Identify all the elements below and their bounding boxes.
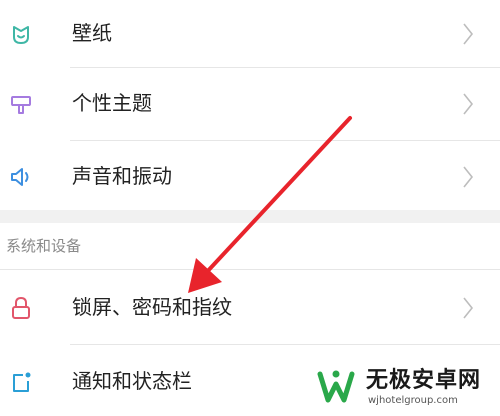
chevron-right-icon [463, 23, 474, 45]
settings-screen: 壁纸 个性主题 声音和振动 系统和设备 锁屏、密码和指纹 通知和状态栏 无极安卓… [0, 0, 500, 416]
settings-item-label: 壁纸 [72, 21, 112, 45]
settings-item-sound[interactable]: 声音和振动 [0, 143, 500, 211]
divider [70, 67, 500, 68]
settings-item-lockscreen[interactable]: 锁屏、密码和指纹 [0, 274, 500, 342]
settings-item-label: 通知和状态栏 [72, 369, 192, 393]
watermark-title: 无极安卓网 [366, 368, 482, 393]
notification-icon [13, 372, 31, 392]
settings-item-label: 声音和振动 [72, 164, 172, 188]
theme-brush-icon [11, 96, 31, 114]
settings-item-theme[interactable]: 个性主题 [0, 70, 500, 138]
site-logo-icon [317, 370, 355, 403]
settings-item-label: 锁屏、密码和指纹 [72, 295, 232, 319]
section-title: 系统和设备 [6, 237, 82, 255]
chevron-right-icon [463, 166, 474, 188]
watermark-url: wjhotelgroup.com [368, 395, 458, 406]
settings-item-label: 个性主题 [72, 91, 152, 115]
lock-icon [12, 296, 30, 319]
wallpaper-icon [13, 26, 29, 44]
section-separator [0, 210, 500, 223]
divider [70, 344, 500, 345]
watermark: 无极安卓网 wjhotelgroup.com [308, 360, 498, 416]
chevron-right-icon [463, 297, 474, 319]
divider [70, 140, 500, 141]
chevron-right-icon [463, 93, 474, 115]
divider [0, 269, 500, 270]
speaker-icon [11, 168, 29, 186]
settings-item-wallpaper[interactable]: 壁纸 [0, 0, 500, 68]
